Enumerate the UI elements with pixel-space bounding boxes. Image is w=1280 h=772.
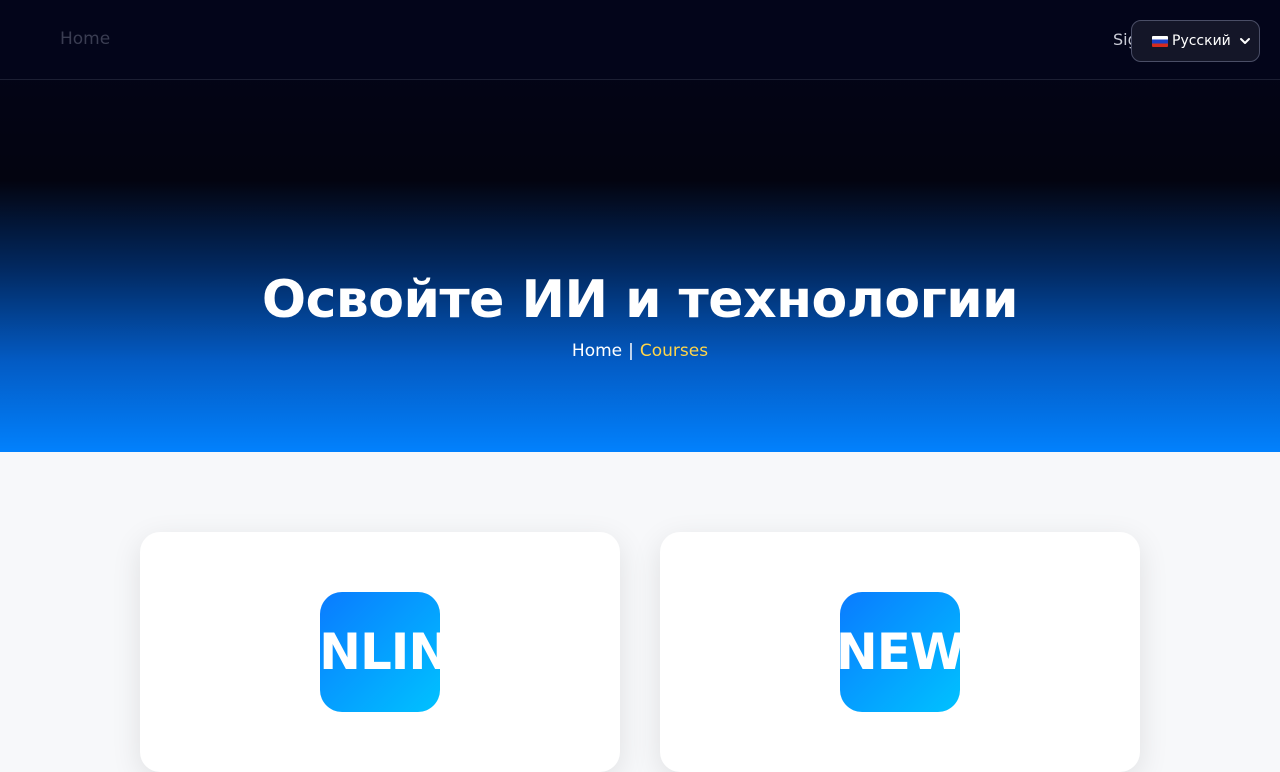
russia-flag-icon bbox=[1152, 35, 1168, 47]
page-title: Освойте ИИ и технологии bbox=[261, 270, 1019, 330]
breadcrumb-current: Courses bbox=[639, 341, 709, 361]
course-badge: ONLINE bbox=[320, 592, 440, 712]
course-badge: NEW bbox=[840, 592, 960, 712]
breadcrumb-home-link[interactable]: Home bbox=[572, 341, 622, 361]
chevron-down-icon bbox=[1240, 38, 1250, 44]
course-badge-text: ONLINE bbox=[320, 623, 440, 681]
nav-home-link[interactable]: Home bbox=[60, 29, 110, 49]
breadcrumb: Home | Courses bbox=[0, 341, 1280, 361]
course-badge-text: NEW bbox=[840, 623, 960, 681]
course-card[interactable]: ONLINE bbox=[140, 532, 620, 772]
top-navbar: Home Sig Русский bbox=[0, 0, 1280, 80]
language-select-value: Русский bbox=[1172, 33, 1231, 49]
course-card[interactable]: NEW bbox=[660, 532, 1140, 772]
language-select[interactable]: Русский bbox=[1131, 20, 1260, 62]
breadcrumb-separator: | bbox=[628, 341, 634, 361]
